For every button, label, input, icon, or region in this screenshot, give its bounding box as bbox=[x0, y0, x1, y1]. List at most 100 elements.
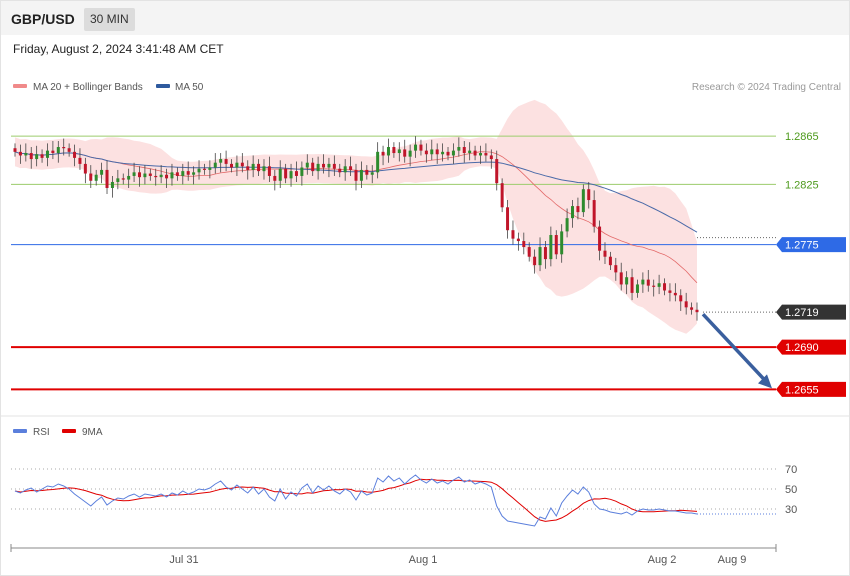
candle-body bbox=[603, 250, 607, 257]
candle-body bbox=[359, 169, 363, 181]
rsi-ma-legend-label: 9MA bbox=[82, 427, 103, 438]
level-label: 1.2690 bbox=[785, 342, 819, 354]
rsi-ma-legend-swatch bbox=[62, 429, 76, 433]
candle-body bbox=[527, 247, 531, 257]
candle-body bbox=[684, 301, 688, 308]
candle-body bbox=[679, 295, 683, 302]
forecast-arrow bbox=[701, 312, 772, 389]
candle-body bbox=[446, 151, 450, 156]
candle-body bbox=[67, 148, 71, 152]
candle-body bbox=[284, 168, 288, 179]
x-tick-label: Aug 2 bbox=[648, 554, 677, 566]
rsi-level-label: 70 bbox=[785, 464, 797, 476]
credit-label: Research © 2024 Trading Central bbox=[692, 82, 841, 93]
candle-body bbox=[592, 200, 596, 227]
candle-body bbox=[489, 155, 493, 160]
candle-body bbox=[565, 218, 569, 232]
candle-body bbox=[181, 171, 185, 176]
candle-body bbox=[300, 167, 304, 176]
candle-body bbox=[516, 238, 520, 242]
price-legend: MA 20 + Bollinger Bands MA 50 Research ©… bbox=[13, 82, 841, 93]
candle-body bbox=[598, 226, 602, 251]
candle-body bbox=[89, 173, 93, 181]
candle-body bbox=[51, 150, 55, 154]
candle-body bbox=[430, 149, 434, 155]
candle-body bbox=[327, 163, 331, 168]
x-tick-label: Aug 9 bbox=[718, 554, 747, 566]
candle-body bbox=[435, 149, 439, 155]
candle-body bbox=[614, 265, 618, 273]
rsi-level-label: 50 bbox=[785, 484, 797, 496]
rsi-legend-label: RSI bbox=[33, 427, 50, 438]
candle-body bbox=[381, 151, 385, 156]
candle-body bbox=[13, 148, 17, 152]
level-label: 1.2865 bbox=[785, 131, 819, 143]
candle-body bbox=[83, 163, 87, 174]
candle-body bbox=[365, 169, 369, 175]
candle-body bbox=[533, 256, 537, 266]
candle-body bbox=[386, 147, 390, 156]
candle-body bbox=[332, 163, 336, 169]
candle-body bbox=[587, 189, 591, 201]
candle-body bbox=[100, 169, 104, 175]
candle-body bbox=[267, 166, 271, 176]
candle-body bbox=[673, 292, 677, 296]
ma50-legend-label: MA 50 bbox=[175, 82, 204, 93]
candle-body bbox=[462, 147, 466, 154]
candle-body bbox=[652, 285, 656, 287]
candle-body bbox=[148, 173, 152, 176]
candle-body bbox=[619, 272, 623, 285]
candle-body bbox=[538, 247, 542, 266]
ma50-legend-swatch bbox=[156, 84, 170, 88]
candle-body bbox=[273, 175, 277, 181]
candle-body bbox=[495, 159, 499, 184]
candle-body bbox=[322, 163, 326, 168]
candle-body bbox=[473, 150, 477, 156]
candle-body bbox=[581, 189, 585, 213]
candle-body bbox=[338, 168, 342, 173]
candle-body bbox=[230, 163, 234, 168]
candle-body bbox=[468, 150, 472, 154]
rsi-legend: RSI 9MA bbox=[13, 427, 103, 438]
candle-body bbox=[18, 151, 22, 156]
candle-body bbox=[202, 168, 206, 170]
candle-body bbox=[635, 284, 639, 293]
candle-body bbox=[554, 235, 558, 255]
candle-body bbox=[29, 153, 33, 160]
candle-body bbox=[294, 171, 298, 176]
candle-body bbox=[414, 144, 418, 151]
candle-body bbox=[208, 167, 212, 170]
candle-body bbox=[219, 159, 223, 163]
candle-body bbox=[35, 154, 39, 160]
candle-body bbox=[457, 147, 461, 151]
candle-body bbox=[484, 153, 488, 156]
candle-body bbox=[522, 241, 526, 248]
candle-body bbox=[165, 174, 169, 179]
candle-body bbox=[246, 166, 250, 170]
candle-body bbox=[45, 150, 49, 158]
candle-body bbox=[646, 279, 650, 286]
ma20-legend-swatch bbox=[13, 84, 27, 88]
candle-body bbox=[121, 178, 125, 180]
x-tick-label: Aug 1 bbox=[409, 554, 438, 566]
candle-body bbox=[419, 144, 423, 151]
candle-body bbox=[571, 206, 575, 219]
candle-body bbox=[690, 307, 694, 310]
candle-body bbox=[376, 151, 380, 173]
candle-body bbox=[62, 147, 66, 149]
candle-body bbox=[657, 283, 661, 287]
candle-body bbox=[213, 162, 217, 168]
candle-body bbox=[175, 172, 179, 176]
candle-body bbox=[451, 150, 455, 156]
candle-body bbox=[224, 159, 228, 164]
candle-body bbox=[116, 178, 120, 182]
candle-body bbox=[110, 181, 114, 189]
candle-body bbox=[192, 172, 196, 175]
candle-body bbox=[73, 151, 77, 158]
candle-body bbox=[630, 277, 634, 293]
candle-body bbox=[625, 277, 629, 285]
candle-body bbox=[478, 153, 482, 156]
level-label: 1.2825 bbox=[785, 179, 819, 191]
candle-body bbox=[316, 163, 320, 172]
candle-body bbox=[500, 183, 504, 208]
